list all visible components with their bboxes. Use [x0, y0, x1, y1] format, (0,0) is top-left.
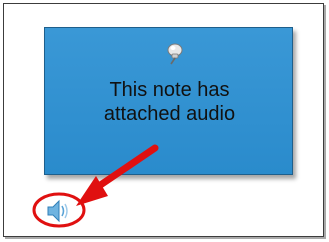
note-text: This note has attached audio [103, 79, 236, 125]
pushpin-icon [167, 43, 183, 65]
audio-button[interactable] [31, 193, 89, 229]
sticky-note[interactable]: This note has attached audio [44, 27, 293, 175]
speaker-icon[interactable] [31, 193, 89, 229]
